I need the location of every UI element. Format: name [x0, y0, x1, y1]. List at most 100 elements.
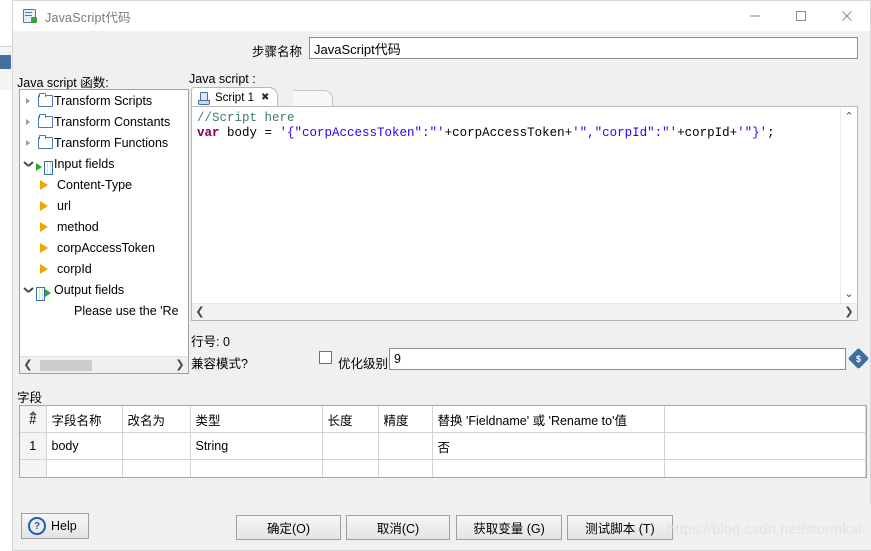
code-string-1: '{"corpAccessToken":"': [279, 126, 445, 140]
cell-field-name[interactable]: body: [46, 432, 123, 460]
cell-rename-to[interactable]: [122, 459, 191, 477]
title-bar: JavaScript代码: [13, 1, 870, 31]
column-header-type[interactable]: 类型: [190, 406, 323, 433]
cell-field-name[interactable]: [46, 459, 123, 477]
scroll-left-arrow[interactable]: ❮: [20, 357, 36, 373]
code-text-area[interactable]: //Script here var body = '{"corpAccessTo…: [192, 107, 841, 304]
help-button-label: Help: [51, 519, 77, 533]
cell-index: [20, 459, 47, 477]
cell-replace-value[interactable]: [432, 459, 665, 477]
cell-replace-value[interactable]: 否: [432, 432, 665, 460]
editor-horizontal-scrollbar[interactable]: ❮ ❯: [192, 303, 857, 320]
cell-type[interactable]: [190, 459, 323, 477]
code-editor-box[interactable]: //Script here var body = '{"corpAccessTo…: [191, 106, 858, 321]
maximize-icon[interactable]: [778, 1, 824, 31]
scroll-down-arrow[interactable]: ⌄: [841, 286, 857, 302]
fields-section-label: 字段: [17, 391, 43, 405]
cell-rename-to[interactable]: [122, 432, 191, 460]
cell-blank[interactable]: [664, 459, 866, 477]
tree-item-transform-scripts[interactable]: Transform Scripts: [20, 90, 188, 111]
chevron-right-icon[interactable]: [20, 90, 36, 111]
tab-script-1[interactable]: Script 1 ✖: [191, 87, 278, 107]
code-assign: body =: [219, 126, 280, 140]
cell-precision[interactable]: [378, 432, 433, 460]
code-keyword-var: var: [197, 126, 220, 140]
input-fields-icon: [36, 153, 54, 175]
table-row[interactable]: 1 body String 否: [20, 432, 866, 460]
java-script-functions-tree[interactable]: Transform Scripts Transform Constants Tr…: [19, 89, 189, 374]
tree-horizontal-scrollbar[interactable]: ❮ ❯: [20, 356, 188, 373]
line-number-label: 行号: 0: [191, 335, 230, 349]
column-header-precision[interactable]: 精度: [378, 406, 433, 433]
chevron-right-icon[interactable]: [20, 132, 36, 153]
column-header-index[interactable]: #: [20, 406, 47, 433]
tab-strip-filler: [293, 90, 333, 107]
cell-blank[interactable]: [664, 432, 866, 460]
tree-scroll-thumb[interactable]: [40, 360, 92, 371]
scroll-right-arrow[interactable]: ❯: [172, 357, 188, 373]
tree-item-method[interactable]: method: [20, 216, 188, 237]
chevron-down-icon[interactable]: [20, 279, 36, 300]
column-header-field-name[interactable]: 字段名称: [46, 406, 123, 433]
cell-length[interactable]: [322, 459, 379, 477]
background-row-selected: [0, 55, 11, 69]
column-header-rename-to[interactable]: 改名为: [122, 406, 191, 433]
tree-item-label: corpAccessToken: [57, 240, 155, 255]
tree-item-label: Content-Type: [57, 177, 133, 192]
get-variables-button[interactable]: 获取变量 (G): [456, 515, 562, 540]
tree-item-label: url: [57, 198, 71, 213]
close-icon[interactable]: ✖: [261, 92, 271, 103]
column-header-replace-value[interactable]: 替换 'Fieldname' 或 'Rename to'值: [432, 406, 665, 433]
tree-item-input-fields[interactable]: Input fields: [20, 153, 188, 175]
cell-precision[interactable]: [378, 459, 433, 477]
window-title: JavaScript代码: [45, 10, 131, 25]
scroll-left-arrow[interactable]: ❮: [192, 304, 208, 320]
scroll-up-arrow[interactable]: ⌃: [841, 109, 857, 125]
output-fields-icon: [36, 279, 54, 301]
watermark: https://blog.csdn.net/stormkai: [667, 522, 862, 538]
cell-length[interactable]: [322, 432, 379, 460]
background-row-top: [0, 28, 12, 47]
field-arrow-icon: [36, 216, 52, 237]
folder-icon: [36, 132, 54, 153]
question-mark-icon: ?: [28, 517, 46, 535]
tree-item-corpaccesstoken[interactable]: corpAccessToken: [20, 237, 188, 258]
folder-icon: [36, 90, 54, 111]
minimize-icon[interactable]: [732, 1, 778, 31]
tree-item-label: Transform Functions: [54, 135, 169, 150]
editor-tab-strip: Script 1 ✖: [191, 87, 858, 107]
javascript-step-dialog: JavaScript代码 步骤名称 Java script 函数: Java s…: [12, 0, 871, 551]
tree-item-label: Transform Scripts: [54, 93, 153, 108]
tree-item-corpid[interactable]: corpId: [20, 258, 188, 279]
optimization-level-checkbox[interactable]: [319, 351, 332, 364]
script-panel-label: Java script :: [189, 72, 256, 86]
test-script-button[interactable]: 测试脚本 (T): [567, 515, 673, 540]
optimization-level-input[interactable]: [389, 348, 846, 370]
table-row[interactable]: [20, 459, 866, 477]
chevron-right-icon[interactable]: [20, 111, 36, 132]
column-header-label: #: [29, 413, 37, 427]
help-button[interactable]: ? Help: [21, 513, 89, 539]
insert-variable-icon[interactable]: $: [847, 347, 870, 370]
tree-item-transform-constants[interactable]: Transform Constants: [20, 111, 188, 132]
cancel-button[interactable]: 取消(C): [346, 515, 450, 540]
column-header-length[interactable]: 长度: [322, 406, 379, 433]
step-name-label: 步骤名称: [252, 45, 303, 59]
field-arrow-icon: [36, 237, 52, 258]
script-editor: Script 1 ✖ //Script here var body = '{"c…: [191, 87, 858, 321]
tree-item-label: Transform Constants: [54, 114, 171, 129]
close-icon[interactable]: [824, 1, 870, 31]
tree-item-url[interactable]: url: [20, 195, 188, 216]
column-header-blank[interactable]: [664, 406, 866, 433]
cell-index: 1: [20, 432, 47, 460]
cell-type[interactable]: String: [190, 432, 323, 460]
tree-item-output-fields[interactable]: Output fields: [20, 279, 188, 301]
chevron-down-icon[interactable]: [20, 153, 36, 174]
tree-item-content-type[interactable]: Content-Type: [20, 174, 188, 195]
editor-vertical-scrollbar[interactable]: ⌃ ⌄: [840, 107, 857, 304]
step-name-input[interactable]: [309, 37, 858, 59]
ok-button[interactable]: 确定(O): [236, 515, 341, 540]
tree-item-transform-functions[interactable]: Transform Functions: [20, 132, 188, 153]
scroll-right-arrow[interactable]: ❯: [841, 304, 857, 320]
fields-table[interactable]: # 字段名称 改名为 类型 长度 精度 替换 'Fieldname' 或 'Re…: [19, 405, 867, 478]
